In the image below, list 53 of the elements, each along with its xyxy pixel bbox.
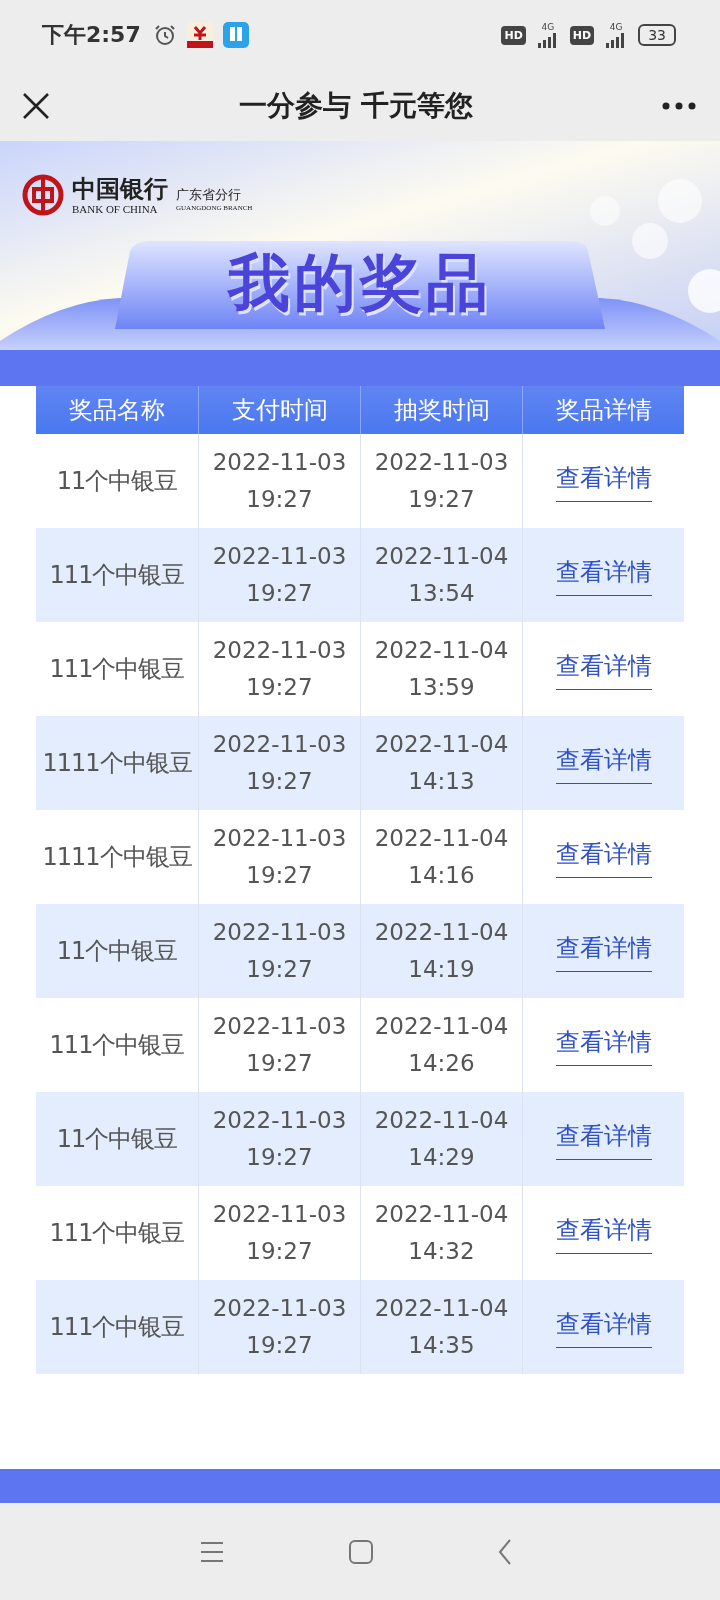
- table-cell-text: 11个中银豆: [55, 1123, 179, 1155]
- column-header: 奖品名称: [68, 395, 166, 426]
- network-type: 4G: [609, 22, 623, 32]
- page-title: 一分参与 千元等您: [239, 87, 473, 124]
- details-link[interactable]: 查看详情: [555, 836, 652, 878]
- details-link[interactable]: 查看详情: [555, 930, 652, 972]
- table-cell-text: 111个中银豆: [48, 1217, 186, 1249]
- back-icon[interactable]: [498, 1538, 512, 1565]
- details-link[interactable]: 查看详情: [555, 1024, 652, 1066]
- details-link[interactable]: 查看详情: [555, 460, 652, 502]
- details-link[interactable]: 查看详情: [555, 1212, 652, 1254]
- table-cell-text: 1111个中银豆: [41, 747, 193, 779]
- table-cell: 2022-11-03 19:27: [198, 1280, 360, 1374]
- bank-name: 中国银行: [72, 175, 168, 203]
- table-cell-text: 1111个中银豆: [41, 841, 193, 873]
- table-cell-text: 111个中银豆: [48, 1029, 186, 1061]
- table-cell-text: 111个中银豆: [48, 1311, 186, 1343]
- hd-badge: HD: [569, 25, 595, 45]
- table-cell: 2022-11-03 19:27: [198, 528, 360, 622]
- details-link[interactable]: 查看详情: [555, 648, 652, 690]
- battery-level: 33: [638, 24, 676, 46]
- banner-heading: 我的奖品: [226, 245, 493, 321]
- column-header: 支付时间: [198, 386, 360, 434]
- status-time: 下午2:57: [42, 21, 141, 49]
- column-header: 奖品详情: [522, 386, 684, 434]
- table-cell: 2022-11-04 14:35: [360, 1280, 522, 1374]
- table-cell: 2022-11-04 13:54: [360, 528, 522, 622]
- bank-logo-icon: [22, 174, 64, 216]
- menu-icon[interactable]: [200, 1540, 224, 1563]
- details-link[interactable]: 查看详情: [555, 1306, 652, 1348]
- network-type: 4G: [541, 22, 555, 32]
- branch-name: 广东省分行: [176, 186, 242, 204]
- details-link[interactable]: 查看详情: [555, 742, 652, 784]
- app-notification-icon: [222, 22, 249, 48]
- table-cell: 2022-11-04 14:19: [360, 904, 522, 998]
- table-cell-text: 111个中银豆: [48, 653, 186, 685]
- more-icon[interactable]: [662, 101, 696, 110]
- table-cell: 2022-11-04 14:13: [360, 716, 522, 810]
- table-cell: 2022-11-03 19:27: [198, 716, 360, 810]
- table-cell: 2022-11-03 19:27: [198, 1092, 360, 1186]
- bank-name-english: BANK OF CHINA: [72, 203, 159, 215]
- app-notification-icon: [186, 22, 213, 48]
- table-cell: 2022-11-04 14:29: [360, 1092, 522, 1186]
- table-cell: 2022-11-03 19:27: [198, 904, 360, 998]
- close-icon[interactable]: [22, 91, 50, 120]
- table-cell-text: 11个中银豆: [55, 465, 179, 497]
- details-link[interactable]: 查看详情: [555, 1118, 652, 1160]
- home-icon[interactable]: [349, 1539, 373, 1564]
- details-link[interactable]: 查看详情: [555, 554, 652, 596]
- table-cell-text: 11个中银豆: [55, 935, 179, 967]
- hd-badge: HD: [501, 25, 526, 45]
- column-header: 抽奖时间: [360, 386, 522, 434]
- table-cell-text: 111个中银豆: [48, 559, 186, 591]
